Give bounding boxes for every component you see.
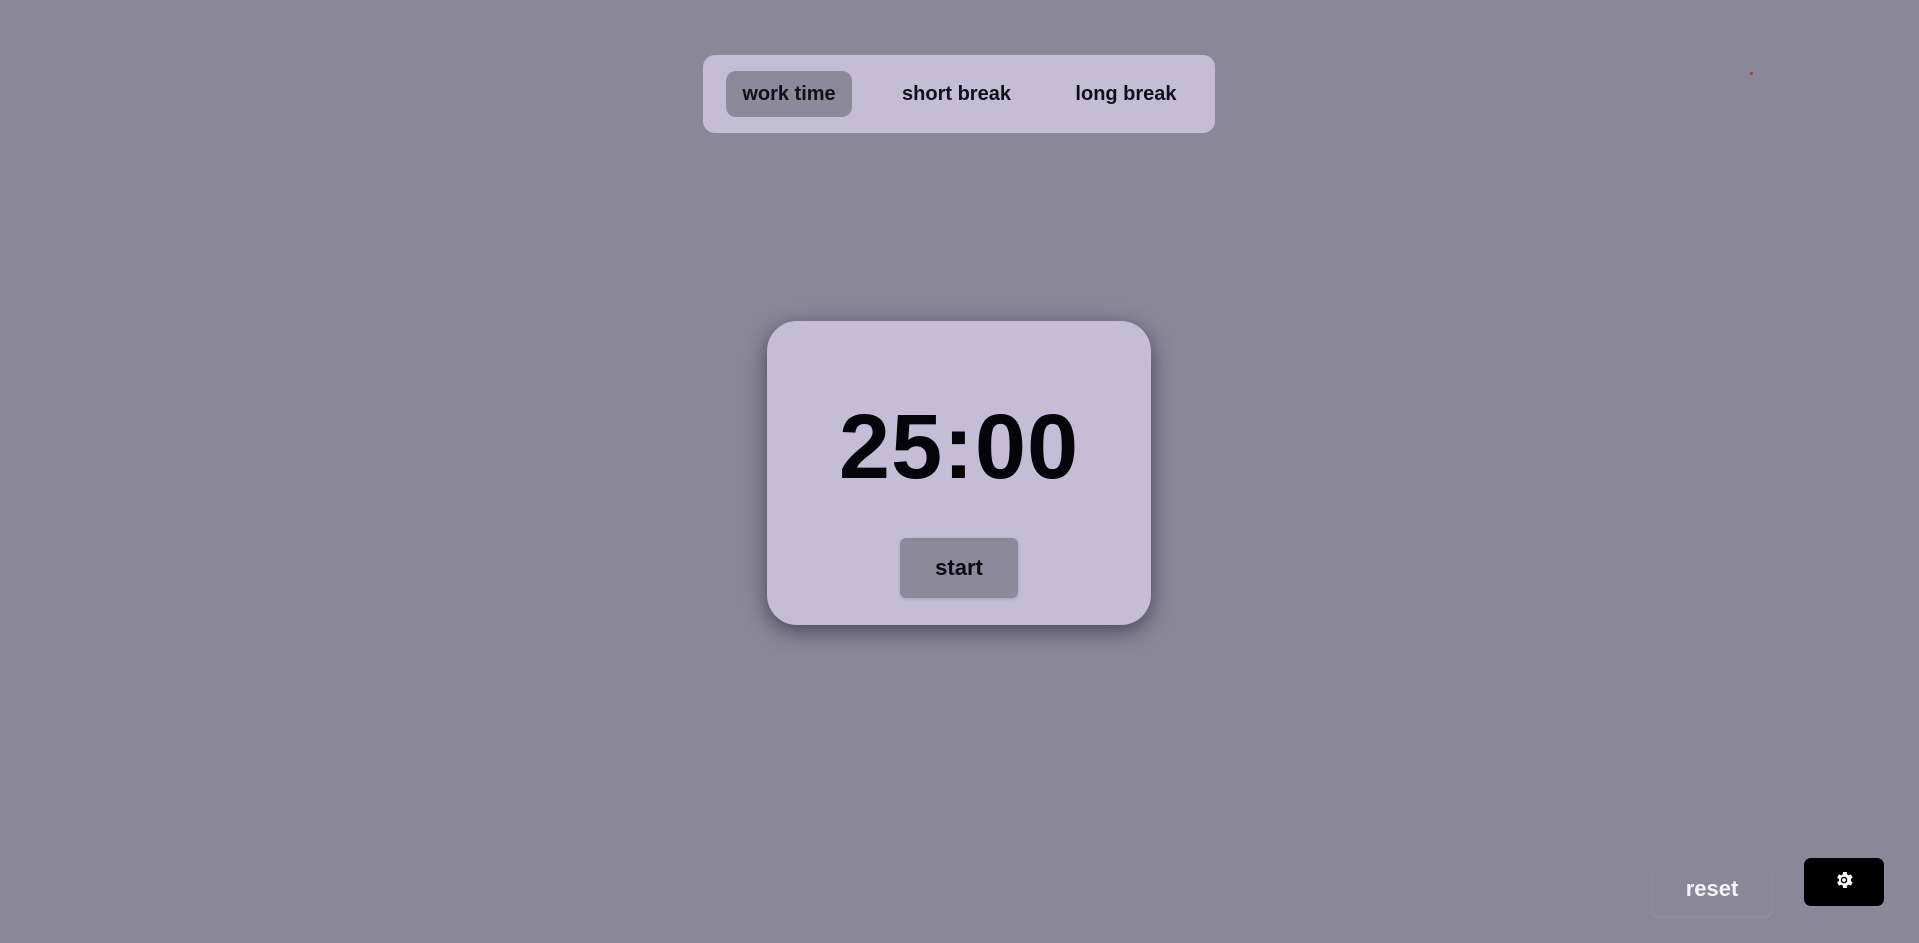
tab-short-break[interactable]: short break <box>852 71 1061 117</box>
tab-long-break-label: long break <box>1075 82 1177 105</box>
reset-button-label: reset <box>1685 876 1739 901</box>
tab-work-time[interactable]: work time <box>726 71 852 117</box>
mode-selector: work time short break long break <box>703 55 1215 133</box>
tab-work-time-label: work time <box>742 82 836 105</box>
start-button[interactable]: start <box>900 538 1018 598</box>
timer-card: 25:00 start <box>767 321 1151 625</box>
reset-button[interactable]: reset <box>1652 862 1772 916</box>
tab-long-break[interactable]: long break <box>1061 71 1191 117</box>
tab-short-break-label: short break <box>902 82 1011 105</box>
settings-button[interactable] <box>1804 858 1884 906</box>
gear-icon <box>1833 869 1855 896</box>
start-button-label: start <box>935 555 983 580</box>
pomodoro-page: work time short break long break 25:00 s… <box>0 0 1919 943</box>
indicator-dot <box>1750 72 1753 75</box>
timer-display: 25:00 <box>838 396 1080 498</box>
